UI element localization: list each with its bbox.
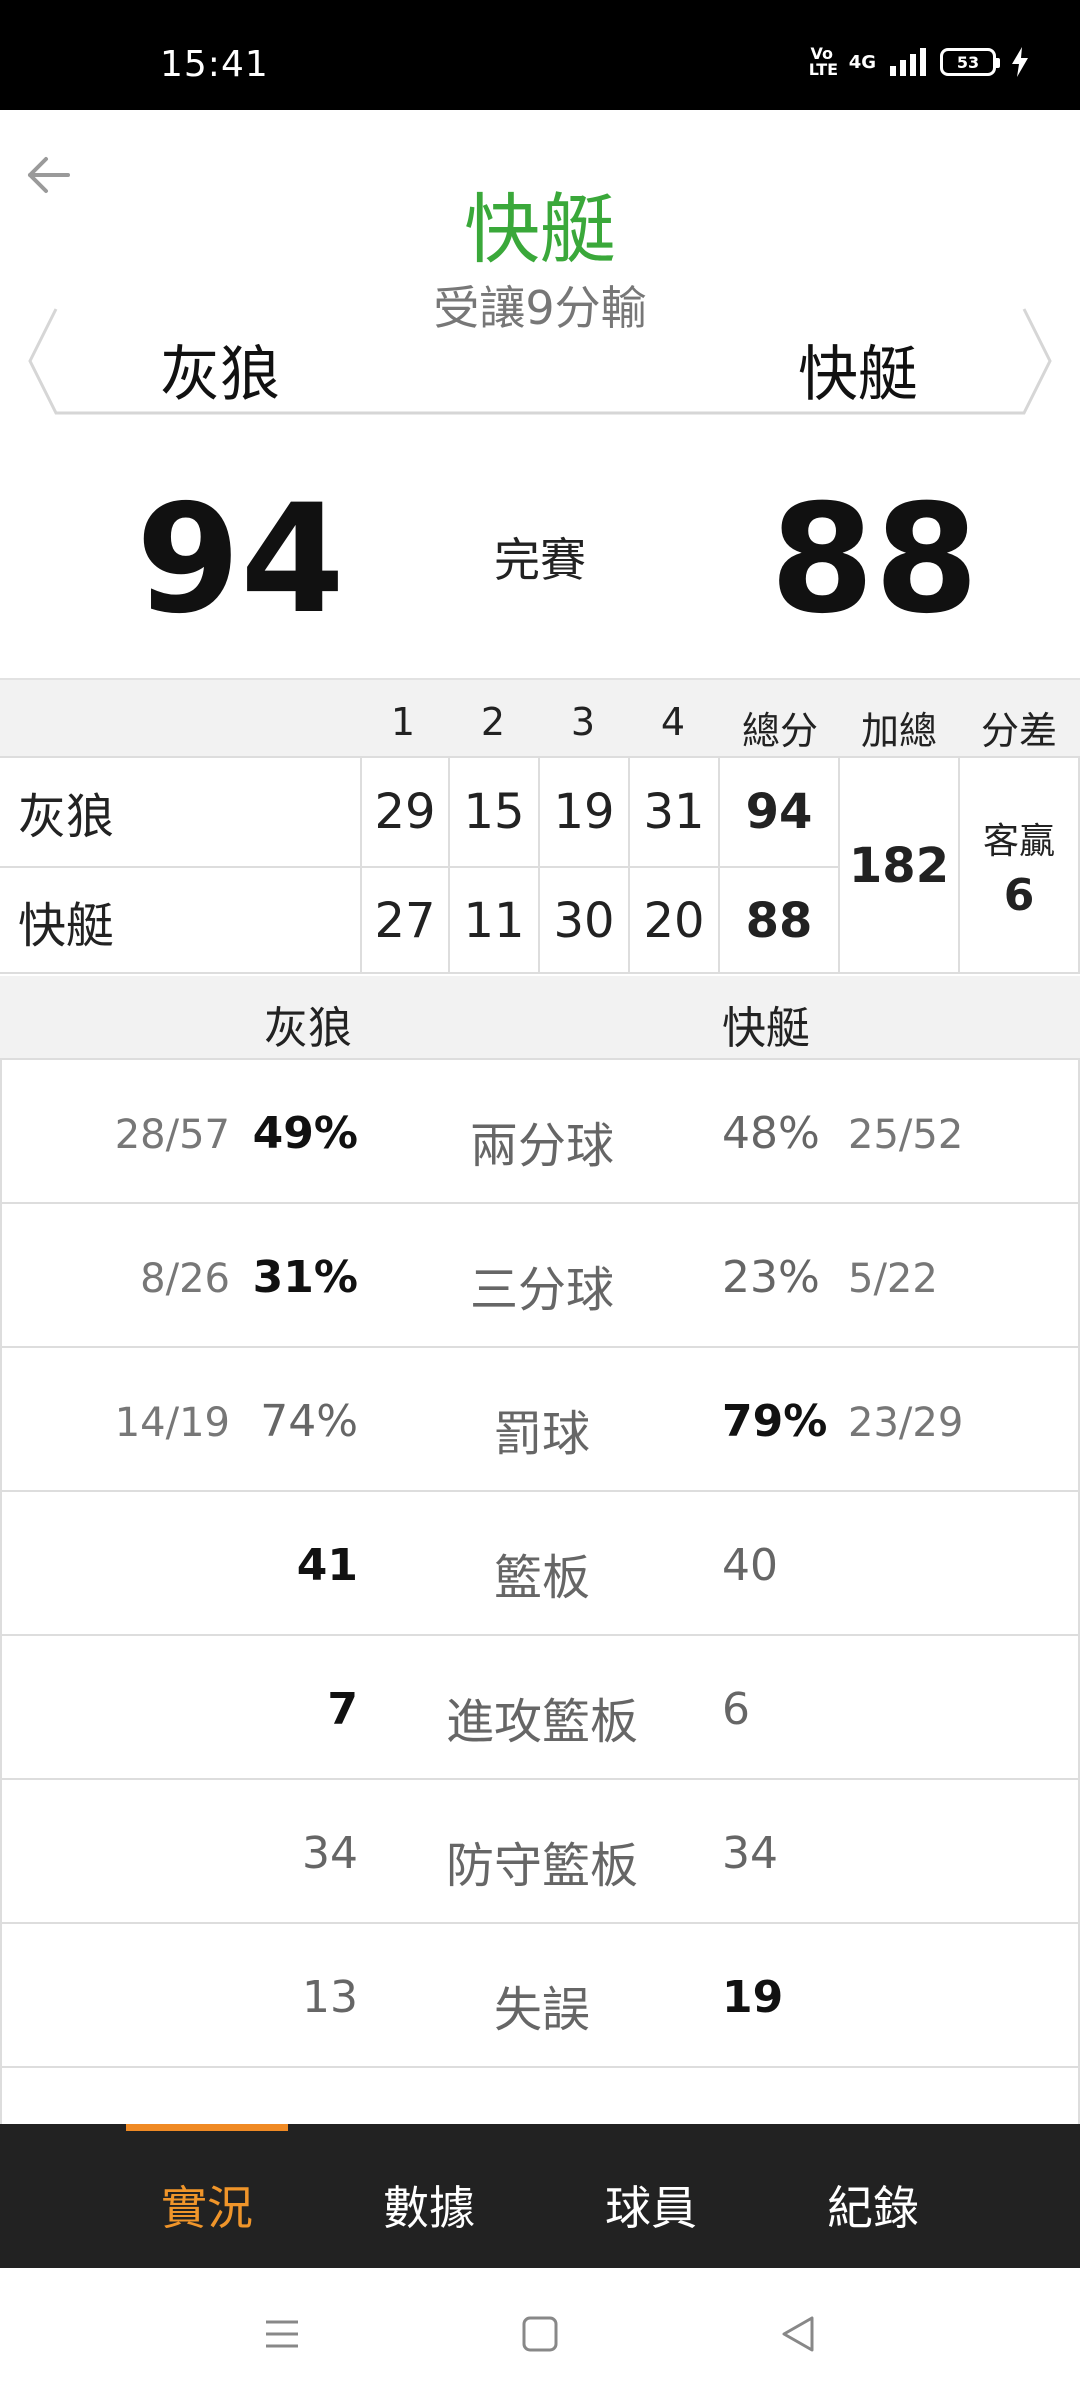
volte-icon: Vo LTE: [808, 44, 839, 79]
table-cell: 30: [540, 868, 630, 974]
system-nav-bar: [0, 2268, 1080, 2400]
stat-right-value: 34: [722, 1828, 778, 1879]
stats-team-right: 快艇: [722, 1003, 810, 1054]
stat-label: 失誤: [493, 1982, 590, 2038]
diff-value: 6: [1003, 869, 1035, 921]
col-q1: 1: [390, 700, 416, 744]
table-cell: 27: [362, 868, 450, 974]
stat-row: 7 進攻籃板 6: [0, 1636, 1080, 1780]
active-tab-indicator: [126, 2124, 288, 2131]
diff-label: 客贏: [982, 820, 1055, 862]
table-cell-total: 88: [720, 868, 840, 974]
table-cell: 19: [540, 758, 630, 866]
table-row-team: 快艇: [0, 868, 362, 974]
stat-row: 28/57 49% 兩分球 48% 25/52: [0, 1060, 1080, 1204]
stat-row: 8/26 31% 三分球 23% 5/22: [0, 1204, 1080, 1348]
col-diff: 分差: [980, 709, 1057, 753]
stat-right-value: 19: [722, 1972, 784, 2023]
stat-row: 41 籃板 40: [0, 1492, 1080, 1636]
stats-list: 28/57 49% 兩分球 48% 25/52 8/26 31% 三分球 23%…: [0, 1060, 1080, 2124]
network-label: 4G: [848, 51, 876, 73]
signal-icon: [890, 48, 926, 76]
table-cell: 29: [362, 758, 450, 866]
stat-label: 籃板: [493, 1550, 590, 1606]
tab-players[interactable]: 球員: [570, 2172, 732, 2238]
stat-right-value: 40: [722, 1540, 778, 1591]
battery-level: 53: [956, 52, 980, 72]
stat-right-value: 79%: [722, 1396, 828, 1447]
home-icon[interactable]: [518, 2312, 562, 2356]
charging-icon: [1012, 47, 1028, 77]
col-q4: 4: [660, 700, 686, 744]
col-q2: 2: [480, 700, 506, 744]
stat-row: 助攻: [0, 2068, 1080, 2124]
quarter-table-header: 1 2 3 4 總分 加總 分差: [0, 678, 1080, 756]
tab-data[interactable]: 數據: [348, 2172, 510, 2238]
stat-right-made: 25/52: [848, 1112, 964, 1158]
status-bar: 15:41 Vo LTE 4G 53: [0, 0, 1080, 110]
col-total: 總分: [741, 709, 818, 753]
stat-right-value: 48%: [722, 1108, 820, 1159]
result-team-name: 快艇: [464, 185, 616, 274]
stats-header: 灰狼 快艇: [0, 976, 1080, 1060]
menu-icon[interactable]: [260, 2312, 304, 2356]
stat-row: 34 防守籃板 34: [0, 1780, 1080, 1924]
stats-team-left: 灰狼: [264, 1003, 352, 1054]
away-score: 88: [770, 473, 979, 647]
away-team-name: 快艇: [798, 340, 918, 410]
table-row-team: 灰狼: [0, 758, 362, 866]
tab-live[interactable]: 實況: [126, 2172, 288, 2238]
col-combined: 加總: [860, 709, 937, 753]
score-diff: 客贏 6: [960, 758, 1080, 974]
table-cell: 20: [630, 868, 720, 974]
stat-label: 進攻籃板: [445, 1694, 638, 1750]
stat-right-value: 6: [722, 1684, 750, 1735]
battery-icon: 53: [940, 48, 1000, 76]
quarter-table: 灰狼 29 15 19 31 94 快艇 27 11 30 20 88 182 …: [0, 756, 1080, 974]
col-q3: 3: [570, 700, 596, 744]
stat-right-made: 5/22: [848, 1256, 938, 1302]
table-cell: 11: [450, 868, 540, 974]
stat-label: 防守籃板: [445, 1838, 638, 1894]
stat-right-value: 23%: [722, 1252, 820, 1303]
table-cell: 15: [450, 758, 540, 866]
status-icons: Vo LTE 4G 53: [809, 46, 1030, 78]
stat-row: 14/19 74% 罰球 79% 23/29: [0, 1348, 1080, 1492]
stat-label: 助攻: [2, 2114, 1080, 2124]
home-team-name: 灰狼: [160, 340, 280, 410]
bottom-tab-bar: 實況 數據 球員 紀錄: [0, 2124, 1080, 2268]
table-cell: 31: [630, 758, 720, 866]
back-nav-icon[interactable]: [776, 2312, 820, 2356]
stat-right-made: 23/29: [848, 1400, 964, 1446]
tab-records[interactable]: 紀錄: [792, 2172, 954, 2238]
stat-row: 13 失誤 19: [0, 1924, 1080, 2068]
combined-score: 182: [840, 758, 960, 974]
table-cell-total: 94: [720, 758, 840, 866]
status-time: 15:41: [160, 44, 269, 85]
